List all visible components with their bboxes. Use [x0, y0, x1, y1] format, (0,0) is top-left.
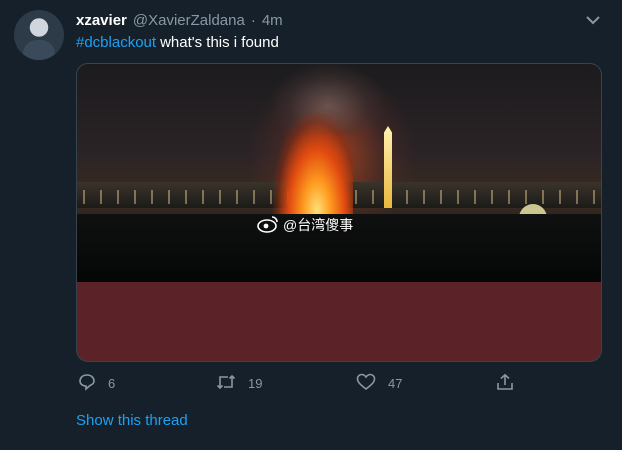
tweet-text: #dcblackout what's this i found [76, 34, 279, 51]
tweet[interactable]: xzavier @XavierZaldana · 4m #dcblackout … [0, 0, 622, 450]
like-count: 47 [388, 375, 403, 391]
reply-count: 6 [108, 375, 116, 391]
retweet-icon [216, 373, 236, 394]
chevron-down-icon[interactable] [584, 11, 602, 29]
show-thread-link[interactable]: Show this thread [76, 412, 188, 429]
washington-monument [384, 126, 392, 208]
separator-dot: · [250, 11, 256, 29]
user-handle[interactable]: @XavierZaldana [133, 12, 245, 29]
hashtag-link[interactable]: #dcblackout [76, 34, 156, 51]
tweet-body: what's this i found [160, 34, 279, 51]
tweet-media[interactable]: @台湾傻事 [76, 63, 602, 362]
tweet-header: xzavier @XavierZaldana · 4m [76, 10, 546, 30]
weibo-logo-icon [257, 215, 279, 236]
image-watermark: @台湾傻事 [257, 215, 353, 235]
watermark-text: @台湾傻事 [283, 217, 354, 233]
timestamp[interactable]: 4m [262, 12, 283, 29]
heart-icon [356, 373, 376, 394]
retweet-count: 19 [248, 375, 263, 391]
reply-button[interactable]: 6 [78, 372, 115, 394]
reply-icon [78, 373, 96, 394]
share-icon [496, 373, 514, 394]
retweet-button[interactable]: 19 [216, 372, 262, 394]
media-photo[interactable]: @台湾傻事 [77, 64, 601, 282]
display-name[interactable]: xzavier [76, 12, 127, 29]
share-button[interactable] [496, 372, 514, 394]
avatar[interactable] [14, 10, 64, 60]
like-button[interactable]: 47 [356, 372, 402, 394]
action-bar: 6 19 47 [78, 372, 518, 394]
